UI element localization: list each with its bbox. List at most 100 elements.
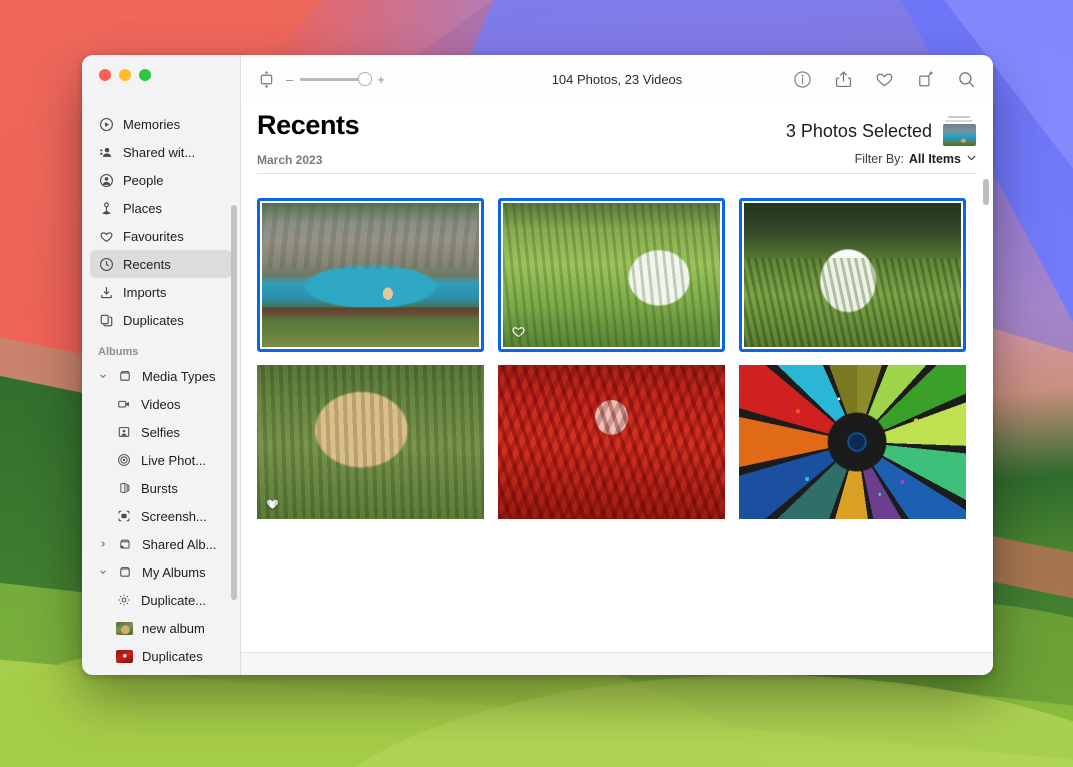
sidebar-item-label: Shared Alb... (142, 536, 217, 552)
sidebar-item-label: People (123, 172, 164, 188)
filter-value[interactable]: All Items (909, 152, 961, 166)
sidebar-item-label: Live Phot... (141, 452, 207, 468)
chevron-right-icon[interactable] (98, 540, 108, 548)
photo-frame (257, 365, 484, 519)
desktop-wallpaper: Memories Shared wit... People Places Fav… (0, 0, 1073, 767)
sidebar-item-videos[interactable]: Videos (90, 390, 232, 418)
stack-line-mid (945, 120, 973, 122)
sidebar-scroll-area: Memories Shared wit... People Places Fav… (82, 110, 240, 675)
maximize-button[interactable] (139, 69, 151, 81)
import-icon (98, 284, 114, 300)
bursts-icon (116, 480, 132, 496)
sidebar-group-albums: Albums (98, 346, 139, 358)
sidebar-item-label: Duplicates (123, 312, 184, 328)
sidebar-item-label: Selfies (141, 424, 181, 440)
sidebar-item-label: new album (142, 620, 205, 636)
sidebar-item-shared-with-you[interactable]: Shared wit... (90, 138, 232, 166)
heart-icon (98, 228, 114, 244)
photo-grid (241, 174, 993, 519)
traffic-lights (82, 55, 240, 95)
search-icon[interactable] (955, 68, 977, 90)
filter-control[interactable]: Filter By: All Items (855, 152, 977, 166)
zoom-slider[interactable] (300, 72, 373, 86)
photo-thumbnail[interactable] (262, 203, 479, 347)
photo-golden-retriever[interactable] (257, 365, 484, 519)
favourite-heart-icon (511, 324, 526, 339)
sidebar-item-label: Imports (123, 284, 167, 300)
selection-count-label: 3 Photos Selected (785, 120, 932, 141)
minimize-button[interactable] (119, 69, 131, 81)
zoom-in-label[interactable]: + (377, 73, 385, 86)
photo-thumbnail[interactable] (744, 203, 961, 347)
duplicates-icon (98, 312, 114, 328)
sidebar-item-duplicates[interactable]: Duplicates (90, 306, 232, 334)
gear-icon (116, 592, 132, 608)
sidebar-item-live-photos[interactable]: Live Phot... (90, 446, 232, 474)
content-header: Recents 3 Photos Selected March 2023 Fil… (241, 103, 993, 174)
photo-grid-scrollbar[interactable] (983, 179, 989, 205)
sidebar-item-imports[interactable]: Imports (90, 278, 232, 306)
sidebar-item-favourites[interactable]: Favourites (90, 222, 232, 250)
sidebar-item-places[interactable]: Places (90, 194, 232, 222)
sidebar-item-my-albums[interactable]: My Albums (90, 558, 232, 586)
favourite-heart-icon[interactable] (873, 68, 895, 90)
close-button[interactable] (99, 69, 111, 81)
photo-thumbnail[interactable] (498, 365, 725, 519)
sidebar-item-screenshots[interactable]: Screensh... (90, 502, 232, 530)
sidebar-item-shared-albums[interactable]: Shared Alb... (90, 530, 232, 558)
bottom-bar (241, 653, 993, 675)
memories-icon (98, 116, 114, 132)
chevron-down-icon[interactable] (966, 152, 977, 166)
places-pin-icon (98, 200, 114, 216)
favourite-heart-icon (265, 496, 280, 511)
toolbar: – + 104 Photos, 23 Videos (241, 55, 993, 103)
album-box-icon (117, 368, 133, 384)
sidebar-item-people[interactable]: People (90, 166, 232, 194)
photo-selection-frame (498, 198, 725, 352)
zoom-out-label[interactable]: – (286, 73, 293, 86)
rotate-icon[interactable] (914, 68, 936, 90)
sidebar-item-label: Videos (141, 396, 181, 412)
selection-thumbnail (943, 124, 976, 146)
photo-grass-maltese[interactable] (739, 198, 966, 352)
album-box-icon (117, 564, 133, 580)
info-icon[interactable] (791, 68, 813, 90)
photo-selection-frame (739, 198, 966, 352)
sidebar-item-duplicate-album[interactable]: Duplicate... (90, 586, 232, 614)
zoom-slider-thumb[interactable] (358, 72, 373, 86)
sidebar-item-selfies[interactable]: Selfies (90, 418, 232, 446)
chevron-down-icon[interactable] (98, 568, 108, 576)
photo-lake-dog[interactable] (257, 198, 484, 352)
sidebar-item-label: My Albums (142, 564, 206, 580)
sidebar-item-bursts[interactable]: Bursts (90, 474, 232, 502)
people-icon (98, 172, 114, 188)
album-thumbnail-red (116, 649, 133, 663)
screenshots-icon (116, 508, 132, 524)
photo-camera-lens[interactable] (739, 365, 966, 519)
album-thumbnail-dog (116, 621, 133, 635)
sidebar-item-recents[interactable]: Recents (90, 250, 232, 278)
photo-thumbnail[interactable] (739, 365, 966, 519)
zoom-slider-group[interactable]: – + (286, 72, 385, 86)
selection-thumbnail-stack[interactable] (941, 116, 977, 146)
sidebar-item-new-album[interactable]: new album (90, 614, 232, 642)
photo-grid-scroll (241, 174, 993, 653)
photo-field-samoyed[interactable] (498, 198, 725, 352)
video-icon (116, 396, 132, 412)
sidebar-item-label: Duplicates (142, 648, 203, 664)
sidebar-scrollbar[interactable] (231, 205, 237, 600)
filter-label: Filter By: (854, 152, 904, 166)
shared-album-icon (117, 536, 133, 552)
sidebar-toggle-icon[interactable] (255, 68, 277, 90)
sidebar-item-media-types[interactable]: Media Types (90, 362, 232, 390)
photo-thumbnail[interactable] (503, 203, 720, 347)
stack-line-top (948, 116, 970, 118)
photo-thumbnail[interactable] (257, 365, 484, 519)
chevron-down-icon[interactable] (98, 372, 108, 380)
sidebar-item-label: Screensh... (141, 508, 207, 524)
sidebar-item-duplicates-album[interactable]: Duplicates (90, 642, 232, 670)
share-icon[interactable] (832, 68, 854, 90)
photo-red-flowers-dog[interactable] (498, 365, 725, 519)
photos-window: Memories Shared wit... People Places Fav… (82, 55, 993, 675)
sidebar-item-memories[interactable]: Memories (90, 110, 232, 138)
